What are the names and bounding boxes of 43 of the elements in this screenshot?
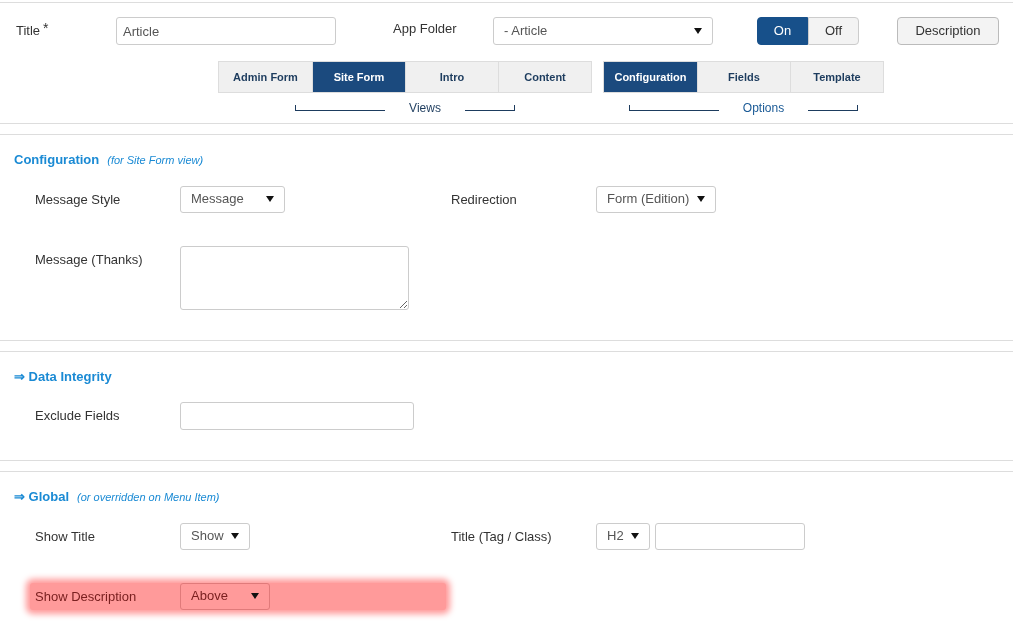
app-folder-dropdown[interactable]: - Article [493,17,713,45]
tab[interactable]: Intro [405,62,498,92]
tab[interactable]: Template [790,62,883,92]
section-title: ⇒ Global [14,488,70,506]
tab[interactable]: Site Form [312,62,405,92]
tab[interactable]: Admin Form [219,62,312,92]
app-folder-label: App Folder [393,20,458,39]
title-label: Title [16,22,41,41]
dropdown[interactable]: Show [180,522,250,550]
text-area[interactable] [180,245,409,310]
title-field[interactable]: Article [116,17,336,45]
group-caption: Views [409,100,441,117]
dropdown[interactable]: Above [180,582,270,610]
field-label: Message (Thanks) [35,250,144,269]
field-label: Show Description [35,587,138,606]
caret-icon [697,196,705,202]
tab[interactable]: Content [498,62,591,92]
toggle-option[interactable]: Off [808,17,859,45]
description-button[interactable]: Description [897,17,999,45]
tab[interactable]: Fields [697,62,790,92]
dropdown[interactable]: Message [180,185,285,213]
dropdown[interactable]: Form (Edition) [596,185,716,213]
field-label: Redirection [451,190,518,209]
field-label: Exclude Fields [35,407,121,425]
input-field[interactable] [180,402,414,430]
tab[interactable]: Configuration [604,62,697,92]
section-note: (for Site Form view) [107,153,204,168]
caret-icon [251,593,259,599]
input-field[interactable] [655,522,805,550]
section-title: ⇒ Data Integrity [14,367,112,386]
toggle-option[interactable]: On [757,17,808,45]
caret-icon [631,533,639,539]
required-mark: * [43,19,49,39]
group-caption: Options [742,100,785,117]
field-label: Title (Tag / Class) [451,527,553,546]
field-label: Show Title [35,527,96,546]
caret-icon [231,533,239,539]
section-title: Configuration [14,151,100,169]
caret-icon [694,28,702,34]
field-label: Message Style [35,190,122,209]
dropdown[interactable]: H2 [596,522,650,550]
caret-icon [266,196,274,202]
section-note: (or overridden on Menu Item) [77,490,220,505]
